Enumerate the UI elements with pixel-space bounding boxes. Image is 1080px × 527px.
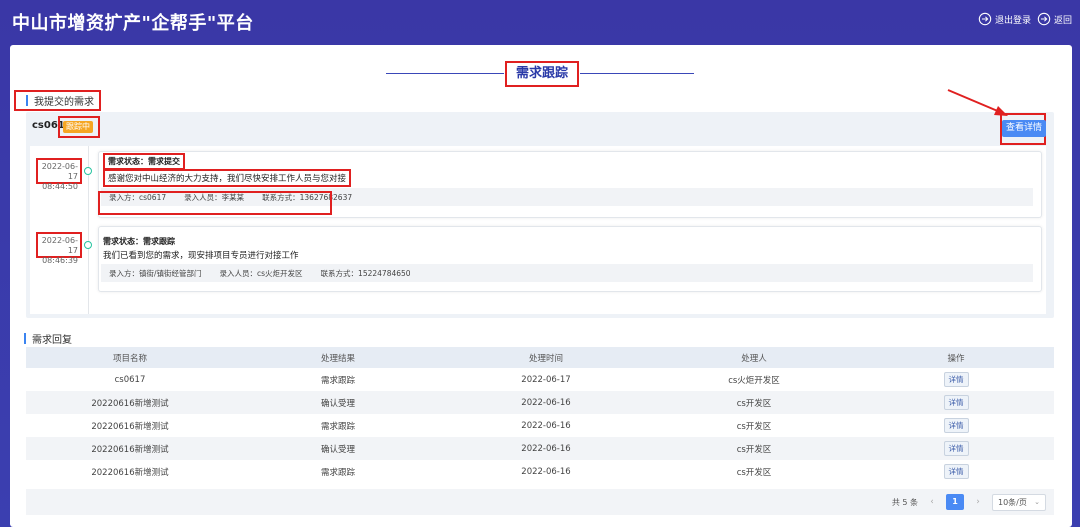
table-header: 项目名称 处理结果 处理时间 处理人 操作: [26, 347, 1054, 368]
back-icon: [1037, 12, 1051, 26]
section-submitted-label: 我提交的需求: [34, 97, 94, 108]
status-badge: 跟踪中: [63, 121, 93, 133]
timeline-dot: [84, 241, 92, 249]
logout-label: 退出登录: [994, 15, 1031, 26]
logout-button[interactable]: 退出登录: [978, 12, 1031, 26]
row-detail-button[interactable]: 详情: [943, 372, 969, 387]
heading-line-right: [580, 73, 694, 74]
cell-project: 20220616新增测试: [91, 421, 169, 432]
entry-party: 录入方：镇街/镇街经管部门: [109, 268, 202, 278]
cell-handler: cs开发区: [736, 444, 772, 455]
cell-handler: cs火炬开发区: [728, 375, 780, 386]
detail-button-highlight: 查看详情: [1000, 113, 1046, 145]
row-detail-button[interactable]: 详情: [943, 418, 969, 433]
request-box: cs0617 跟踪中 查看详情 2022-06-17 08:44:50 2022…: [26, 112, 1054, 318]
section-marker: [24, 333, 26, 344]
cell-result: 需求跟踪: [320, 421, 355, 432]
cell-time: 2022-06-16: [521, 443, 571, 454]
cell-time: 2022-06-16: [521, 397, 571, 408]
entry-person: 录入人员：cs火炬开发区: [219, 268, 303, 278]
back-button[interactable]: 返回: [1037, 12, 1072, 26]
cell-project: 20220616新增测试: [91, 467, 169, 478]
cell-time: 2022-06-16: [521, 466, 571, 477]
timeline: 2022-06-17 08:44:50 2022-06-17 08:46:39 …: [30, 146, 1046, 314]
section-reply-title: 需求回复: [24, 331, 72, 346]
chevron-down-icon: ⌄: [1034, 498, 1040, 506]
cell-project: cs0617: [114, 374, 146, 385]
card-message: 我们已看到您的需求，现安排项目专员进行对接工作: [103, 251, 299, 261]
meta-highlight: [98, 191, 332, 215]
col-result: 处理结果: [320, 353, 355, 364]
cell-action: 详情: [858, 372, 1054, 387]
timeline-date: 2022-06-17: [41, 236, 78, 255]
col-handler: 处理人: [741, 353, 767, 364]
section-marker: [26, 95, 28, 106]
col-action: 操作: [947, 353, 965, 364]
logout-icon: [978, 12, 992, 26]
cell-handler: cs开发区: [736, 398, 772, 409]
header-actions: 退出登录 返回: [978, 12, 1072, 26]
section-submitted-title: 我提交的需求: [14, 90, 101, 111]
status-tag-highlight: 跟踪中: [58, 116, 100, 138]
cell-action: 详情: [858, 395, 1054, 410]
cell-project: 20220616新增测试: [91, 444, 169, 455]
table-row: 20220616新增测试 需求跟踪 2022-06-16 cs开发区 详情: [26, 414, 1054, 437]
section-reply-label: 需求回复: [32, 335, 72, 346]
cell-time: 2022-06-17: [521, 374, 571, 385]
main-panel: 需求跟踪 我提交的需求 cs0617 跟踪中 查看详情 2022-06-17 0…: [10, 45, 1072, 527]
timeline-dot: [84, 167, 92, 175]
timeline-date: 2022-06-17: [41, 162, 78, 181]
heading-line-left: [386, 73, 504, 74]
cell-action: 详情: [858, 441, 1054, 456]
request-header: cs0617 跟踪中 查看详情: [26, 112, 1054, 145]
col-project-name: 项目名称: [112, 353, 147, 364]
timeline-time-1: 2022-06-17 08:44:50: [36, 158, 82, 191]
total-count: 共 5 条: [891, 497, 918, 507]
next-page-icon[interactable]: ›: [972, 497, 984, 507]
table-row: 20220616新增测试 需求跟踪 2022-06-16 cs开发区 详情: [26, 460, 1054, 483]
cell-handler: cs开发区: [736, 467, 772, 478]
timeline-clock: 08:44:50: [42, 182, 78, 191]
cell-time: 2022-06-16: [521, 420, 571, 431]
cell-result: 确认受理: [320, 444, 355, 455]
table-row: 20220616新增测试 确认受理 2022-06-16 cs开发区 详情: [26, 437, 1054, 460]
col-time: 处理时间: [528, 353, 563, 364]
cell-action: 详情: [858, 464, 1054, 479]
timeline-clock: 08:46:39: [42, 256, 78, 265]
card-status: 需求状态：需求跟踪: [103, 237, 175, 246]
row-detail-button[interactable]: 详情: [943, 441, 969, 456]
cell-project: 20220616新增测试: [91, 398, 169, 409]
table-row: 20220616新增测试 确认受理 2022-06-16 cs开发区 详情: [26, 391, 1054, 414]
table-row: cs0617 需求跟踪 2022-06-17 cs火炬开发区 详情: [26, 368, 1054, 391]
row-detail-button[interactable]: 详情: [943, 395, 969, 410]
cell-action: 详情: [858, 418, 1054, 433]
cell-result: 需求跟踪: [320, 375, 355, 386]
timeline-time-2: 2022-06-17 08:46:39: [36, 232, 82, 265]
card-message: 感谢您对中山经济的大力支持，我们尽快安排工作人员与您对接: [103, 169, 352, 187]
app-header: 中山市增资扩产"企帮手"平台 退出登录 返回: [0, 0, 1080, 44]
card-meta: 录入方：镇街/镇街经管部门 录入人员：cs火炬开发区 联系方式：15224784…: [101, 264, 1033, 282]
cell-handler: cs开发区: [736, 421, 772, 432]
prev-page-icon[interactable]: ‹: [926, 497, 938, 507]
view-details-button[interactable]: 查看详情: [1002, 120, 1046, 137]
contact-info: 联系方式：15224784650: [320, 268, 411, 278]
page-size-value: 10条/页: [998, 497, 1027, 507]
page-heading: 需求跟踪: [10, 61, 1072, 87]
pagination: 共 5 条 ‹ 1 › 10条/页 ⌄: [26, 489, 1054, 515]
cell-result: 确认受理: [320, 398, 355, 409]
app-title: 中山市增资扩产"企帮手"平台: [12, 13, 254, 34]
timeline-card: 需求状态：需求跟踪 我们已看到您的需求，现安排项目专员进行对接工作 录入方：镇街…: [98, 226, 1042, 292]
page-size-select[interactable]: 10条/页 ⌄: [992, 493, 1046, 511]
cell-result: 需求跟踪: [320, 467, 355, 478]
card-status: 需求状态：需求提交: [103, 153, 185, 170]
row-detail-button[interactable]: 详情: [943, 464, 969, 479]
back-label: 返回: [1053, 15, 1072, 26]
page-title: 需求跟踪: [505, 61, 579, 87]
page-number[interactable]: 1: [946, 494, 964, 510]
